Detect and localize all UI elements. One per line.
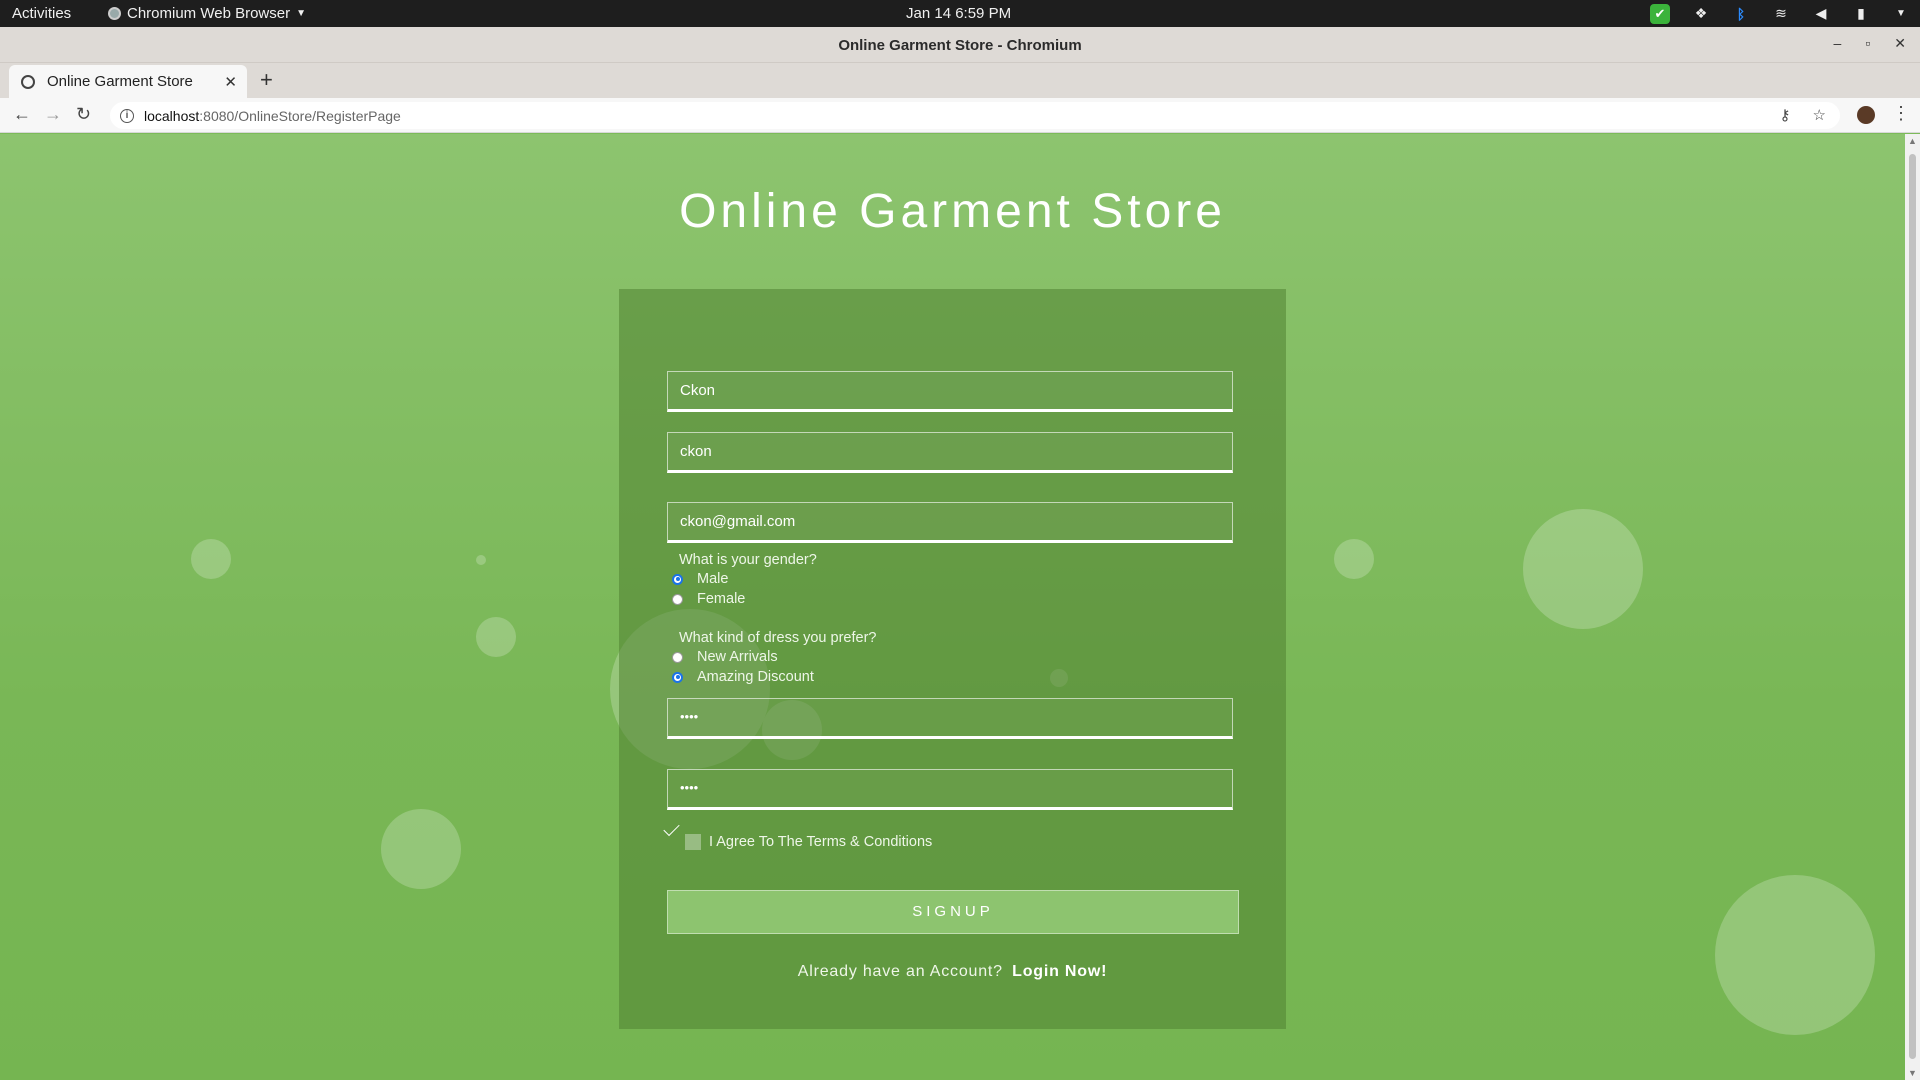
decorative-bubble xyxy=(476,617,516,657)
username-input[interactable]: ckon xyxy=(667,432,1233,473)
scrollbar-thumb[interactable] xyxy=(1909,154,1916,1059)
dropbox-icon[interactable]: ❖ xyxy=(1692,5,1710,23)
globe-icon xyxy=(21,74,35,89)
confirm-password-input[interactable]: •••• xyxy=(667,769,1233,810)
update-check-icon[interactable]: ✔ xyxy=(1650,3,1670,24)
radio-amazing-discount[interactable] xyxy=(672,671,683,683)
signup-button[interactable]: SIGNUP xyxy=(667,890,1239,934)
app-menu-label: Chromium Web Browser xyxy=(127,5,291,22)
back-arrow-icon[interactable]: ← xyxy=(13,104,31,125)
profile-avatar[interactable] xyxy=(1857,106,1875,124)
window-controls: – ▫ ✕ xyxy=(1834,35,1907,52)
radio-male[interactable] xyxy=(672,573,683,585)
new-tab-button[interactable]: + xyxy=(260,67,273,93)
key-icon[interactable]: ⚷ xyxy=(1780,106,1791,124)
battery-icon[interactable]: ▮ xyxy=(1852,5,1870,23)
decorative-bubble xyxy=(1334,539,1374,579)
password-input[interactable]: •••• xyxy=(667,698,1233,739)
chevron-down-icon: ▼ xyxy=(296,8,307,19)
address-bar[interactable]: i localhost:8080/OnlineStore/RegisterPag… xyxy=(110,102,1840,129)
window-titlebar: Online Garment Store - Chromium – ▫ ✕ xyxy=(0,27,1920,63)
volume-icon[interactable]: ◀ xyxy=(1812,5,1830,23)
scroll-up-icon[interactable]: ▲ xyxy=(1908,136,1917,146)
activities-button[interactable]: Activities xyxy=(12,5,71,22)
window-title: Online Garment Store - Chromium xyxy=(838,37,1082,54)
close-tab-icon[interactable]: ✕ xyxy=(224,73,237,91)
app-menu[interactable]: Chromium Web Browser ▼ xyxy=(108,5,306,22)
page-title: Online Garment Store xyxy=(679,185,1226,238)
page-content: Online Garment Store Ckon ckon ckon@gmai… xyxy=(0,134,1905,1080)
radio-female[interactable] xyxy=(672,593,683,605)
gender-option-female[interactable]: Female xyxy=(672,591,745,607)
radio-new-arrivals[interactable] xyxy=(672,651,683,663)
minimize-icon[interactable]: – xyxy=(1834,35,1842,52)
decorative-bubble xyxy=(476,555,486,565)
gender-question: What is your gender? xyxy=(679,552,817,568)
clock[interactable]: Jan 14 6:59 PM xyxy=(906,5,1011,22)
tab-title: Online Garment Store xyxy=(47,73,193,90)
tab-strip: Online Garment Store ✕ + xyxy=(0,63,1920,98)
decorative-bubble xyxy=(1523,509,1643,629)
forward-arrow-icon[interactable]: → xyxy=(44,104,62,125)
chevron-down-icon[interactable]: ▼ xyxy=(1892,5,1910,23)
chromium-icon xyxy=(108,7,121,20)
terms-agreement[interactable]: I Agree To The Terms & Conditions xyxy=(663,819,933,850)
terms-label: I Agree To The Terms & Conditions xyxy=(709,834,933,850)
register-form: Ckon ckon ckon@gmail.com What is your ge… xyxy=(619,289,1286,1029)
decorative-bubble xyxy=(1715,875,1875,1035)
gender-option-male[interactable]: Male xyxy=(672,571,728,587)
email-input[interactable]: ckon@gmail.com xyxy=(667,502,1233,543)
url-path: :8080/OnlineStore/RegisterPage xyxy=(199,107,401,124)
url-host: localhost xyxy=(144,107,200,124)
dress-option-label: New Arrivals xyxy=(697,649,778,665)
info-icon[interactable]: i xyxy=(120,108,134,123)
system-top-bar: Activities Chromium Web Browser ▼ Jan 14… xyxy=(0,0,1920,27)
bluetooth-icon[interactable]: ᛒ xyxy=(1732,5,1750,23)
dress-option-new-arrivals[interactable]: New Arrivals xyxy=(672,649,778,665)
scroll-down-icon[interactable]: ▼ xyxy=(1908,1068,1917,1078)
terms-checkbox[interactable] xyxy=(663,819,701,850)
login-prompt: Already have an Account? Login Now! xyxy=(619,963,1286,981)
wifi-icon[interactable]: ≋ xyxy=(1772,5,1790,23)
decorative-bubble xyxy=(381,809,461,889)
decorative-bubble xyxy=(191,539,231,579)
tab-online-garment-store[interactable]: Online Garment Store ✕ xyxy=(9,65,247,98)
kebab-menu-icon[interactable]: ⋮ xyxy=(1892,103,1910,124)
gender-option-label: Female xyxy=(697,591,746,607)
vertical-scrollbar[interactable]: ▲ ▼ xyxy=(1905,134,1920,1080)
dress-option-label: Amazing Discount xyxy=(697,669,814,685)
maximize-icon[interactable]: ▫ xyxy=(1865,35,1870,52)
name-input[interactable]: Ckon xyxy=(667,371,1233,412)
system-tray[interactable]: ✔ ❖ ᛒ ≋ ◀ ▮ ▼ xyxy=(1650,3,1910,24)
close-icon[interactable]: ✕ xyxy=(1894,35,1906,52)
check-icon xyxy=(663,819,680,837)
reload-icon[interactable]: ↻ xyxy=(76,104,91,125)
login-now-link[interactable]: Login Now! xyxy=(1012,963,1107,980)
dress-option-amazing-discount[interactable]: Amazing Discount xyxy=(672,669,814,685)
dress-question: What kind of dress you prefer? xyxy=(679,630,877,646)
gender-option-label: Male xyxy=(697,571,729,587)
navigation-bar: ← → ↻ i localhost:8080/OnlineStore/Regis… xyxy=(0,98,1920,133)
star-icon[interactable]: ☆ xyxy=(1813,106,1826,124)
account-prompt-text: Already have an Account? xyxy=(797,963,1003,980)
